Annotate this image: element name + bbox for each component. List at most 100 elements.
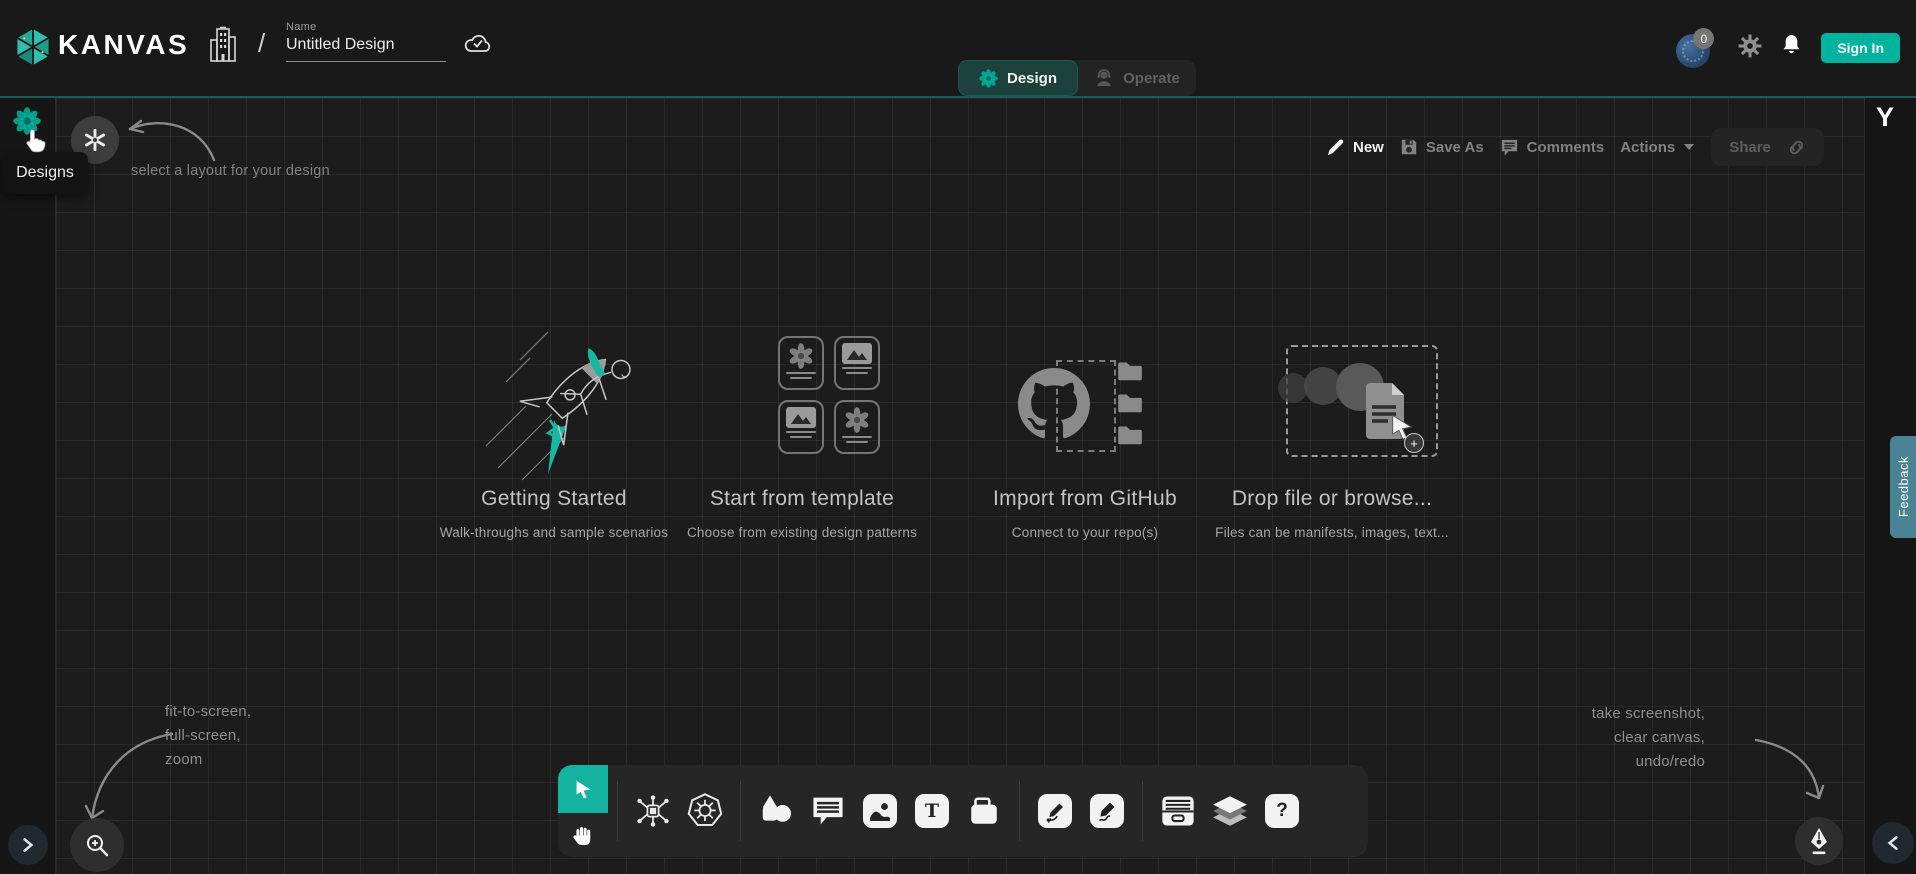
drop-file-zone[interactable]: + [1286,345,1438,457]
option-title[interactable]: Drop file or browse... [1182,487,1482,511]
template-card-image [834,336,880,390]
comment-tool-icon [811,795,845,827]
folder-icon [1116,360,1144,382]
mode-tabs: Design Operate [958,60,1196,96]
header-actions: 0 [1676,0,1900,96]
kubernetes-tool[interactable] [679,779,731,843]
design-name-group: Name [286,21,446,62]
tab-operate[interactable]: Operate [1078,60,1196,96]
canvas-toolbar: T [558,765,1368,857]
toolbar-divider [1019,781,1020,841]
freehand-draw-tool[interactable] [1081,779,1133,843]
sign-in-button[interactable]: Sign In [1821,33,1900,63]
designs-tooltip-label: Designs [16,164,74,182]
note-tool-icon [968,796,1000,826]
layout-hint-text: select a layout for your design [131,163,330,179]
design-name-input[interactable] [286,33,446,62]
zoom-in-icon [84,832,110,858]
layer5-y-logo: Y [1876,102,1894,133]
text-tool-icon: T [915,794,949,828]
help-glyph: ? [1276,800,1288,822]
kanvas-logo-icon[interactable] [14,26,52,73]
share-button[interactable]: Share [1711,128,1824,166]
save-as-button[interactable]: Save As [1400,138,1484,156]
design-pinwheel-icon [979,69,998,88]
option-title[interactable]: Start from template [652,487,952,511]
link-icon [1787,138,1806,157]
select-tool[interactable] [558,765,608,813]
pan-hand-icon [571,823,595,847]
pencil-icon [1326,138,1345,157]
option-drop-file[interactable]: Drop file or browse... Files can be mani… [1182,487,1482,540]
pointer-tools [558,765,608,857]
drawer-tool[interactable] [1152,779,1204,843]
note-tool[interactable] [958,779,1010,843]
feedback-label: Feedback [1896,456,1911,517]
name-field-label: Name [286,21,446,33]
save-icon [1400,138,1418,156]
pen-path-icon [1038,794,1072,828]
help-tool[interactable]: ? [1256,779,1308,843]
bell-icon[interactable] [1780,33,1803,63]
chevron-left-icon [1886,835,1900,851]
app-header: KANVAS / Name [0,0,1916,96]
cloud-synced-icon[interactable] [462,30,494,61]
notification-count-badge: 0 [1693,28,1714,49]
layout-hint-arrow [118,110,218,168]
rocket-doodle[interactable] [468,316,660,488]
zoom-hint-arrow [68,712,183,834]
building-icon[interactable] [208,26,238,69]
comment-tool[interactable] [802,779,854,843]
expand-panel-button[interactable] [8,825,48,865]
left-rail [0,98,56,874]
connection-tool[interactable] [627,779,679,843]
hint-line: clear canvas, [1500,726,1705,750]
layers-icon [1211,794,1249,828]
share-label: Share [1729,139,1771,156]
text-tool[interactable]: T [906,779,958,843]
zoom-button[interactable] [70,818,124,872]
actions-dropdown[interactable]: Actions [1620,139,1695,156]
user-avatar[interactable]: 0 [1676,28,1720,68]
option-start-from-template[interactable]: Start from template Choose from existing… [652,487,952,540]
toolbar-divider [617,781,618,841]
pen-mode-button[interactable] [1795,817,1843,865]
layout-asterisk-icon [84,129,106,151]
tab-design-label: Design [1007,70,1057,87]
actions-label: Actions [1620,139,1675,156]
template-card-pattern [834,400,880,454]
github-import-visual[interactable] [1018,350,1160,456]
screenshot-hint-arrow [1742,728,1834,813]
hint-line: take screenshot, [1500,702,1705,726]
caret-down-icon [1683,143,1695,151]
plus-badge: + [1404,433,1424,453]
comments-button[interactable]: Comments [1500,138,1605,157]
layers-tool[interactable] [1204,779,1256,843]
pan-tool[interactable] [558,813,608,857]
toolbar-divider [740,781,741,841]
option-subtitle: Files can be manifests, images, text... [1182,525,1482,540]
pen-path-tool[interactable] [1029,779,1081,843]
hand-pointer-cursor-icon [19,126,49,163]
new-button[interactable]: New [1326,138,1384,157]
image-tool[interactable] [854,779,906,843]
shapes-tool[interactable] [750,779,802,843]
template-card-image [778,400,824,454]
screenshot-hint-text: take screenshot, clear canvas, undo/redo [1500,702,1705,774]
feedback-tab[interactable]: Feedback [1890,436,1916,538]
save-as-label: Save As [1426,139,1484,156]
collapse-panel-button[interactable] [1872,822,1914,864]
cursor-arrow-icon [572,778,594,800]
folder-icon [1116,392,1144,414]
option-subtitle: Choose from existing design patterns [652,525,952,540]
comment-icon [1500,138,1519,157]
tab-design[interactable]: Design [958,60,1078,96]
gear-icon[interactable] [1738,34,1762,63]
comments-label: Comments [1527,139,1605,156]
operate-headset-icon [1094,68,1114,88]
breadcrumb-separator: / [258,28,265,59]
text-tool-glyph: T [925,800,939,822]
image-icon [786,407,816,428]
template-cards[interactable] [778,336,880,454]
chevron-right-icon [21,837,35,853]
